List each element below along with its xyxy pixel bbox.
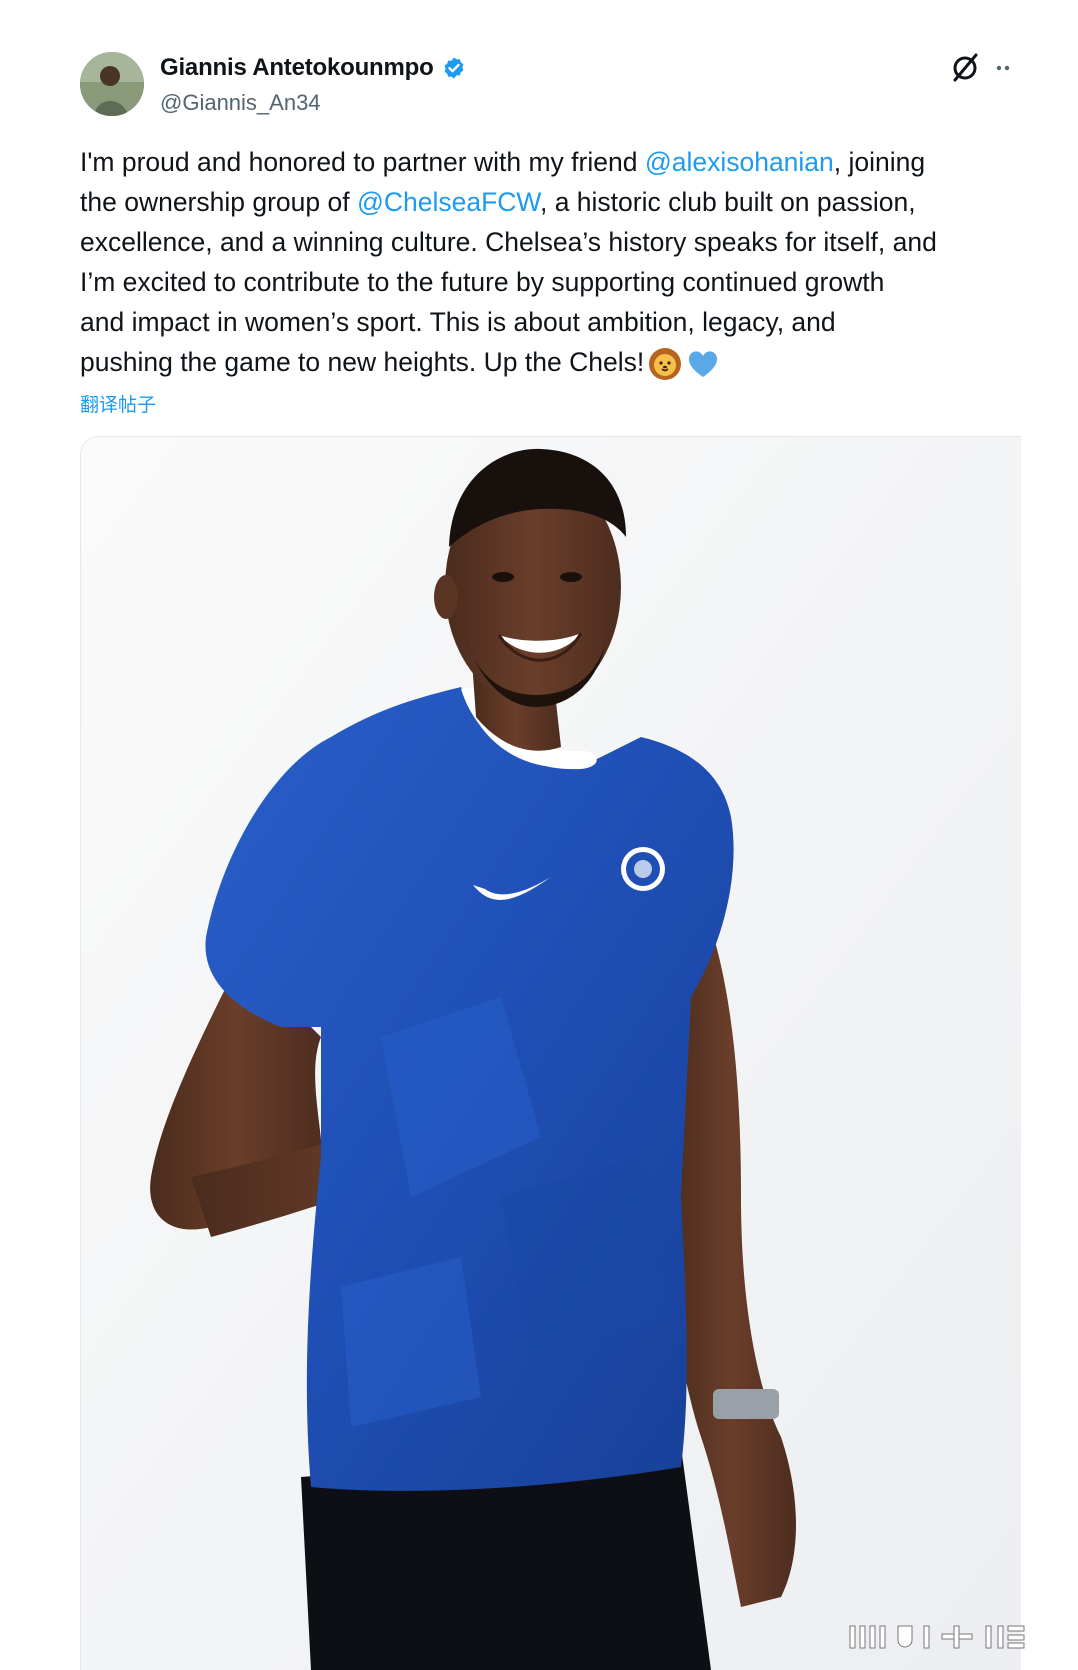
avatar[interactable] <box>80 52 144 116</box>
post-text: I'm proud and honored to partner with my… <box>80 142 1012 382</box>
post-text-line: I'm proud and honored to partner with my… <box>80 142 1012 182</box>
post-text-segment: , joining <box>833 147 926 177</box>
post-text-line: I’m excited to contribute to the future … <box>80 262 1012 302</box>
author-name[interactable]: Giannis Antetokounmpo <box>160 54 434 82</box>
mention-link[interactable]: @alexisohanian <box>645 147 834 177</box>
post-text-segment: I'm proud and honored to partner with my… <box>80 147 645 177</box>
blue-heart-emoji <box>689 351 718 377</box>
post-text-line: excellence, and a winning culture. Chels… <box>80 222 1012 262</box>
author-name-row: Giannis Antetokounmpo <box>160 54 466 82</box>
post-text-line: and impact in women’s sport. This is abo… <box>80 302 1012 342</box>
author-handle[interactable]: @Giannis_An34 <box>160 90 321 116</box>
post-text-line: pushing the game to new heights. Up the … <box>80 342 1012 382</box>
more-icon[interactable] <box>994 58 1016 78</box>
grok-icon[interactable] <box>950 52 980 84</box>
post-text-segment: pushing the game to new heights. Up the … <box>80 347 645 377</box>
post-text-segment: , a historic club built on passion, <box>539 187 916 217</box>
post-text-segment: the ownership group of <box>80 187 357 217</box>
lion-face-emoji <box>649 348 682 380</box>
post-text-segment: and impact in women’s sport. This is abo… <box>80 307 836 337</box>
post-text-segment: I’m excited to contribute to the future … <box>80 267 885 297</box>
translate-post-link[interactable]: 翻译帖子 <box>80 390 156 417</box>
tweet: Giannis Antetokounmpo @Giannis_An34 I'm … <box>0 0 1078 1670</box>
watermark-logo <box>849 1625 1025 1649</box>
post-media-image[interactable] <box>80 436 1021 1670</box>
post-text-segment: excellence, and a winning culture. Chels… <box>80 227 937 257</box>
post-text-line: the ownership group of @ChelseaFCW, a hi… <box>80 182 1012 222</box>
mention-link[interactable]: @ChelseaFCW <box>357 187 540 217</box>
verified-badge-icon <box>444 57 463 79</box>
